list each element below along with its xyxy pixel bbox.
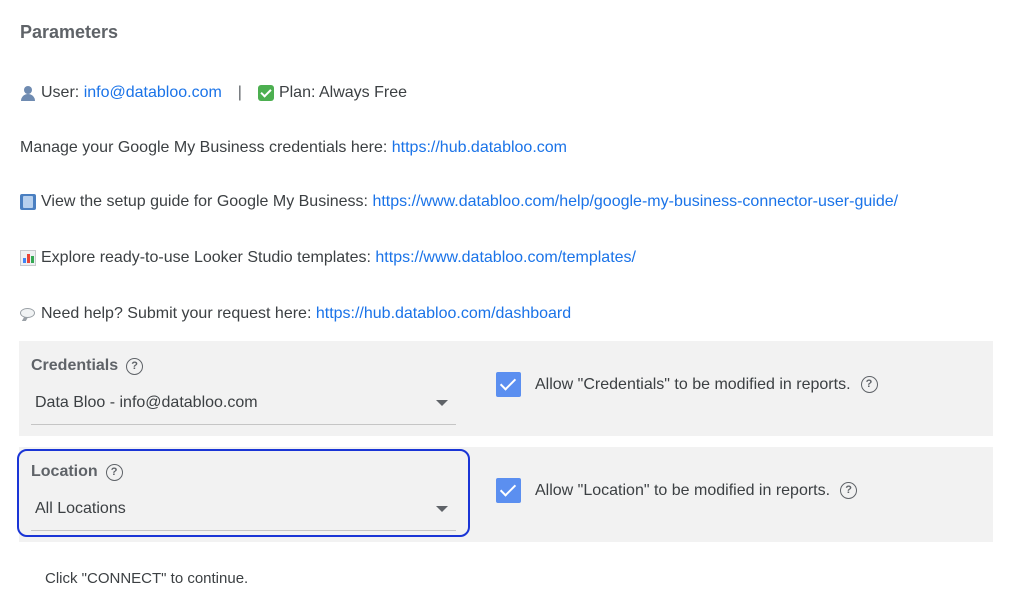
setup-guide-line: View the setup guide for Google My Busin… (20, 193, 898, 211)
dashboard-link[interactable]: https://hub.databloo.com/dashboard (316, 305, 571, 323)
connect-instruction: Click "CONNECT" to continue. (45, 570, 249, 587)
location-selected-value: All Locations (35, 500, 126, 517)
credentials-help-icon[interactable]: ? (126, 357, 144, 375)
user-line: User: info@databloo.com | Plan: Always F… (20, 84, 407, 102)
location-field: Location ? All Locations (31, 463, 456, 531)
location-allow-text: Allow "Location" to be modified in repor… (535, 481, 831, 499)
location-label-row: Location ? (31, 463, 456, 481)
credentials-select[interactable]: Data Bloo - info@databloo.com (31, 392, 456, 425)
plan-label: Plan: Always Free (278, 84, 408, 101)
user-label: User: (41, 84, 80, 101)
user-icon (20, 85, 36, 101)
credentials-manage-text: Manage your Google My Business credentia… (20, 139, 388, 156)
credentials-panel: Credentials ? Data Bloo - info@databloo.… (19, 341, 993, 436)
location-allow-row: Allow "Location" to be modified in repor… (496, 478, 858, 503)
book-icon (20, 194, 36, 210)
location-label: Location (31, 463, 98, 480)
credentials-label-row: Credentials ? (31, 357, 456, 375)
location-help-icon[interactable]: ? (105, 463, 123, 481)
user-email-link[interactable]: info@databloo.com (84, 84, 222, 102)
credentials-allow-text: Allow "Credentials" to be modified in re… (535, 375, 851, 393)
check-icon (257, 85, 274, 101)
templates-text: Explore ready-to-use Looker Studio templ… (41, 249, 371, 266)
credentials-selected-value: Data Bloo - info@databloo.com (35, 394, 258, 411)
chevron-down-icon (436, 506, 448, 512)
location-allow-checkbox[interactable] (496, 478, 521, 503)
separator: | (237, 84, 242, 101)
page-title: Parameters (20, 22, 119, 42)
credentials-manage-line: Manage your Google My Business credentia… (20, 139, 567, 157)
credentials-allow-row: Allow "Credentials" to be modified in re… (496, 372, 878, 397)
templates-link[interactable]: https://www.databloo.com/templates/ (375, 249, 636, 267)
parameters-page: Parameters User: info@databloo.com | Pla… (0, 0, 1024, 606)
templates-line: Explore ready-to-use Looker Studio templ… (20, 249, 636, 267)
help-line: Need help? Submit your request here: htt… (20, 305, 571, 323)
credentials-allow-checkbox[interactable] (496, 372, 521, 397)
setup-guide-text: View the setup guide for Google My Busin… (41, 193, 368, 210)
credentials-field: Credentials ? Data Bloo - info@databloo.… (31, 357, 456, 425)
setup-guide-link[interactable]: https://www.databloo.com/help/google-my-… (372, 193, 898, 211)
chevron-down-icon (436, 400, 448, 406)
help-text: Need help? Submit your request here: (41, 305, 312, 322)
credentials-label: Credentials (31, 357, 119, 374)
location-panel: Location ? All Locations Allow "Location… (19, 447, 993, 542)
chart-icon (20, 250, 36, 266)
hub-link[interactable]: https://hub.databloo.com (392, 139, 567, 157)
credentials-allow-help-icon[interactable]: ? (860, 376, 878, 393)
location-allow-help-icon[interactable]: ? (840, 482, 858, 499)
speech-bubble-icon (20, 306, 36, 322)
location-select[interactable]: All Locations (31, 498, 456, 531)
